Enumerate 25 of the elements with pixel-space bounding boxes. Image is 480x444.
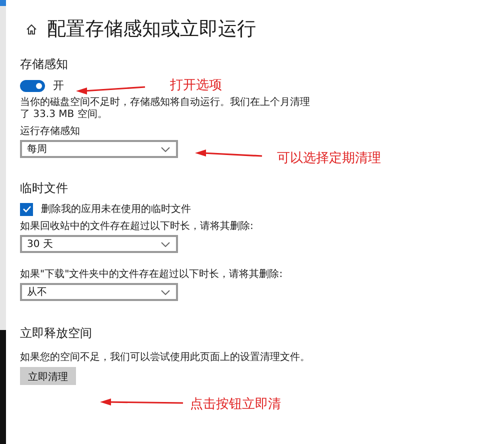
checkbox-label: 删除我的应用未在使用的临时文件 [41, 202, 191, 216]
checkbox[interactable] [20, 202, 33, 216]
frequency-dropdown[interactable]: 每周 [20, 140, 178, 158]
annotation-text: 点击按钮立即清 [190, 396, 281, 413]
annotation-text: 可以选择定期清理 [277, 150, 381, 167]
chevron-icon [161, 290, 170, 294]
page-title: 配置存储感知或立即运行 [47, 17, 256, 42]
description-text: 如果您的空间不足，我们可以尝试使用此页面上的设置清理文件。 [20, 350, 310, 364]
field-label: 如果"下载"文件夹中的文件存在超过以下时长，请将其删除: [20, 268, 283, 281]
chevron-icon [161, 146, 170, 152]
clean-now-button[interactable]: 立即清理 [20, 367, 76, 385]
section-heading: 存储感知 [20, 56, 68, 73]
section-heading: 立即释放空间 [20, 325, 92, 342]
annotation-text: 打开选项 [170, 77, 222, 94]
toggle-label: 开 [53, 78, 64, 93]
toggle-switch[interactable] [20, 80, 45, 92]
field-label: 运行存储感知 [20, 124, 80, 138]
home-icon[interactable] [26, 24, 37, 34]
duration-dropdown[interactable]: 从不 [20, 283, 178, 301]
section-heading: 临时文件 [20, 180, 68, 197]
description-text: 当你的磁盘空间不足时，存储感知将自动运行。我们在上个月清理了 33.3 MB 空间。 [20, 97, 311, 121]
duration-dropdown[interactable]: 30 天 [20, 235, 178, 253]
annotation-arrow [193, 149, 264, 160]
field-label: 如果回收站中的文件存在超过以下时长，请将其删除: [20, 220, 254, 233]
chevron-icon [161, 242, 170, 246]
